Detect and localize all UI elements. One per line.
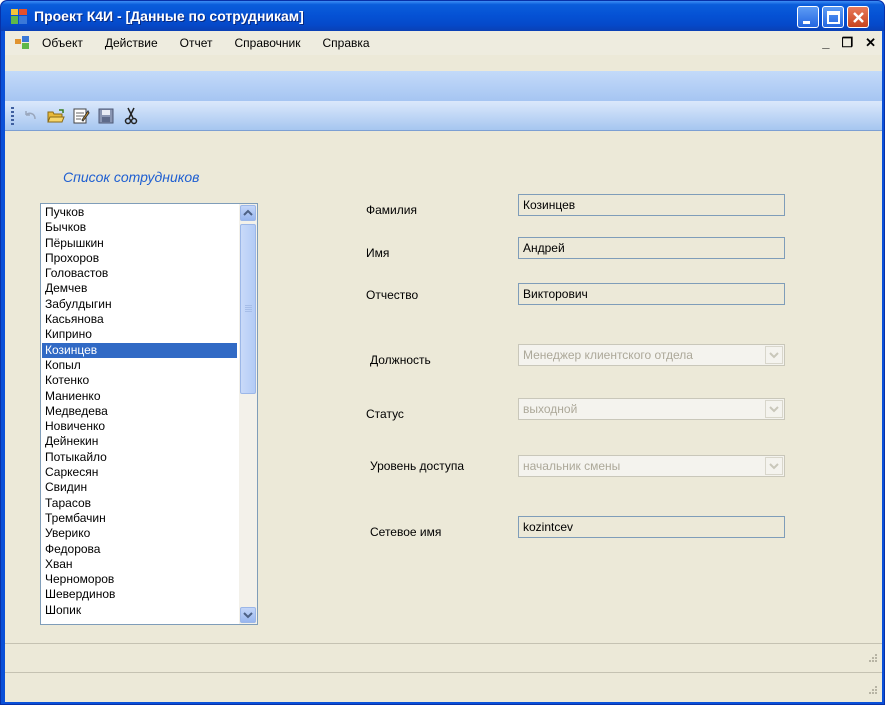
status-dropdown-button[interactable]	[765, 400, 783, 418]
list-item[interactable]: Саркесян	[42, 465, 237, 480]
mdi-restore-button[interactable]: ❐	[841, 35, 853, 51]
list-item[interactable]: Потыкайло	[42, 450, 237, 465]
name-label: Имя	[366, 246, 390, 260]
resize-grip-icon[interactable]	[866, 653, 878, 665]
mdi-child-icon	[15, 36, 29, 49]
network-name-label: Сетевое имя	[370, 525, 442, 539]
status-value: выходной	[523, 402, 578, 416]
patronymic-label: Отчество	[366, 288, 419, 302]
employee-list-items: Пучков Бычков Пёрышкин Прохоров Головастов Де…	[42, 205, 237, 618]
close-button[interactable]	[847, 6, 869, 28]
position-combobox[interactable]: Менеджер клиентского отдела	[518, 344, 785, 366]
status-label: Статус	[366, 407, 404, 421]
app-icon	[11, 9, 27, 24]
list-item[interactable]: Касьянова	[42, 312, 237, 327]
list-item[interactable]: Тарасов	[42, 496, 237, 511]
list-item[interactable]: Шопик	[42, 603, 237, 618]
client-area: Объект Действие Отчет Справочник Справка…	[5, 31, 882, 702]
surname-field[interactable]: Козинцев	[518, 194, 785, 216]
menu-item-action[interactable]: Действие	[94, 31, 169, 55]
toolbar	[5, 101, 882, 131]
chevron-up-icon	[243, 209, 253, 216]
maximize-button[interactable]	[822, 6, 844, 28]
edit-icon[interactable]	[70, 105, 92, 127]
access-level-label: Уровень доступа	[370, 459, 465, 473]
window-title: Проект К4И - [Данные по сотрудникам]	[34, 8, 304, 24]
position-dropdown-button[interactable]	[765, 346, 783, 364]
resize-grip-icon[interactable]	[866, 685, 878, 697]
chevron-down-icon	[769, 406, 779, 413]
list-item[interactable]: Шевердинов	[42, 587, 237, 602]
list-item[interactable]: Козинцев	[42, 342, 237, 358]
list-item[interactable]: Киприно	[42, 327, 237, 342]
scroll-thumb[interactable]	[240, 224, 256, 394]
minimize-button[interactable]	[797, 6, 819, 28]
list-item[interactable]: Демчев	[42, 281, 237, 296]
access-level-combobox[interactable]: начальник смены	[518, 455, 785, 477]
cut-icon[interactable]	[120, 105, 142, 127]
list-item[interactable]: Свидин	[42, 480, 237, 495]
app-window: Проект К4И - [Данные по сотрудникам] Объ…	[0, 0, 885, 705]
scroll-up-button[interactable]	[240, 205, 256, 221]
toolbar-grip[interactable]	[11, 106, 14, 125]
list-item[interactable]: Прохоров	[42, 251, 237, 266]
list-item[interactable]: Трембачин	[42, 511, 237, 526]
employee-listbox[interactable]: Пучков Бычков Пёрышкин Прохоров Головастов Де…	[40, 203, 258, 625]
mdi-minimize-button[interactable]: _	[822, 35, 829, 51]
list-item[interactable]: Пёрышкин	[42, 236, 237, 251]
open-folder-icon[interactable]	[45, 105, 67, 127]
name-field[interactable]: Андрей	[518, 237, 785, 259]
network-name-field[interactable]: kozintcev	[518, 516, 785, 538]
scroll-down-button[interactable]	[240, 607, 256, 623]
access-level-dropdown-button[interactable]	[765, 457, 783, 475]
status-bar-lower	[5, 672, 882, 700]
chevron-down-icon	[243, 612, 253, 619]
list-item[interactable]: Забулдыгин	[42, 297, 237, 312]
list-item[interactable]: Котенко	[42, 373, 237, 388]
list-item[interactable]: Федорова	[42, 542, 237, 557]
status-bar-upper	[5, 643, 882, 668]
position-value: Менеджер клиентского отдела	[523, 348, 693, 362]
list-item[interactable]: Головастов	[42, 266, 237, 281]
position-label: Должность	[370, 353, 431, 367]
list-item[interactable]: Бычков	[42, 220, 237, 235]
menu-item-object[interactable]: Объект	[31, 31, 94, 55]
list-item[interactable]: Маниенко	[42, 389, 237, 404]
list-item[interactable]: Пучков	[42, 205, 237, 220]
status-combobox[interactable]: выходной	[518, 398, 785, 420]
minimize-icon	[803, 21, 810, 24]
header-band	[5, 71, 882, 101]
save-icon[interactable]	[95, 105, 117, 127]
list-item[interactable]: Черноморов	[42, 572, 237, 587]
list-item[interactable]: Уверико	[42, 526, 237, 541]
list-item[interactable]: Хван	[42, 557, 237, 572]
maximize-icon	[827, 11, 840, 24]
menu-item-directory[interactable]: Справочник	[224, 31, 312, 55]
list-scrollbar[interactable]	[239, 204, 257, 624]
close-icon	[853, 12, 864, 23]
list-item[interactable]: Новиченко	[42, 419, 237, 434]
employee-list-caption: Список сотрудников	[63, 169, 200, 185]
chevron-down-icon	[769, 352, 779, 359]
menu-item-help[interactable]: Справка	[312, 31, 381, 55]
list-item[interactable]: Дейнекин	[42, 434, 237, 449]
chevron-down-icon	[769, 463, 779, 470]
title-bar[interactable]: Проект К4И - [Данные по сотрудникам]	[1, 1, 884, 31]
surname-label: Фамилия	[366, 203, 417, 217]
list-item[interactable]: Медведева	[42, 404, 237, 419]
menu-bar: Объект Действие Отчет Справочник Справка…	[5, 31, 882, 55]
undo-icon[interactable]	[20, 105, 42, 127]
menu-item-report[interactable]: Отчет	[169, 31, 224, 55]
patronymic-field[interactable]: Викторович	[518, 283, 785, 305]
access-level-value: начальник смены	[523, 459, 621, 473]
list-item[interactable]: Копыл	[42, 358, 237, 373]
mdi-close-button[interactable]: ✕	[865, 35, 876, 51]
